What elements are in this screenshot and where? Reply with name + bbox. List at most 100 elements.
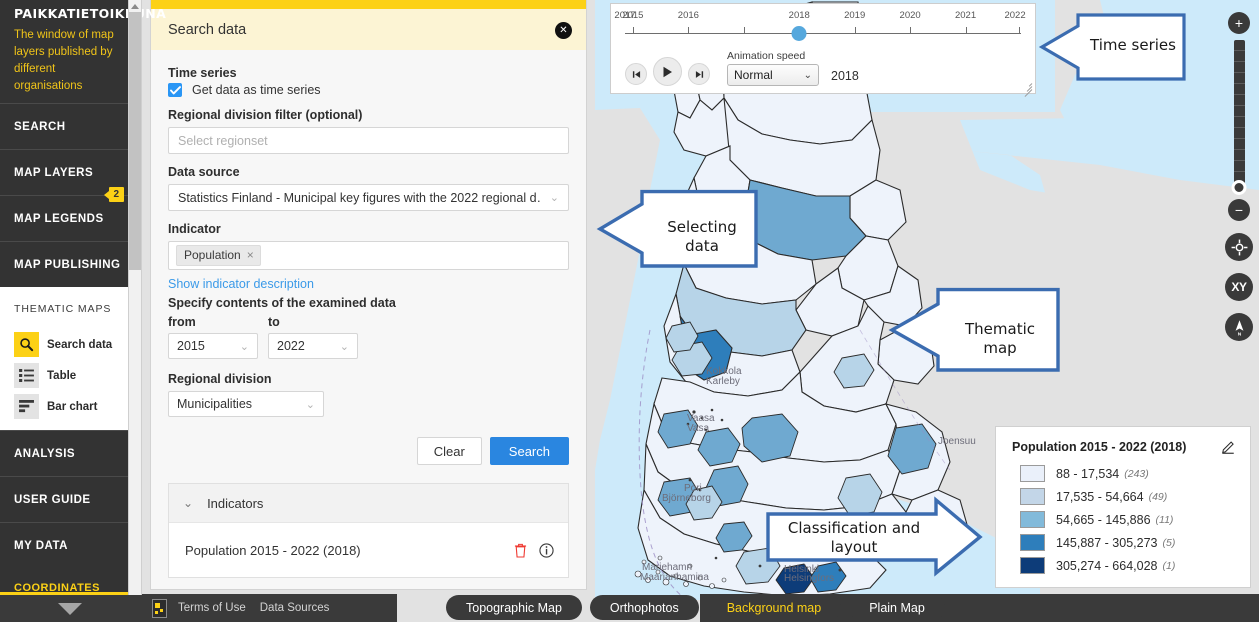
xy-icon[interactable]: XY	[1225, 273, 1253, 301]
slider-track	[625, 33, 1021, 34]
from-year-value: 2015	[177, 339, 205, 353]
close-icon[interactable]: ✕	[555, 22, 572, 39]
time-series-handle[interactable]	[791, 26, 807, 41]
legend-range: 17,535 - 54,664	[1056, 489, 1144, 504]
zoom-in-button[interactable]: +	[1228, 12, 1250, 34]
result-label: Population 2015 - 2022 (2018)	[185, 542, 361, 558]
trash-icon[interactable]	[514, 543, 527, 558]
sidebar-collapse-button[interactable]	[0, 595, 140, 622]
zoom-slider-knob[interactable]	[1231, 180, 1247, 195]
sidebar-item-map-legends[interactable]: 2 MAP LEGENDS	[0, 187, 128, 241]
panel-body: Time series Get data as time series Regi…	[151, 50, 586, 578]
sidebar-scrollbar[interactable]	[128, 0, 142, 595]
info-icon[interactable]	[539, 542, 554, 558]
tool-table[interactable]: Table	[0, 360, 128, 391]
skip-back-icon[interactable]	[625, 63, 647, 85]
compass-north-icon[interactable]: N	[1225, 313, 1253, 341]
tab-orthophotos[interactable]: Orthophotos	[589, 595, 699, 620]
time-series-controls: Animation speed Normal ⌄ 2018	[625, 50, 1025, 86]
scroll-up-arrow-icon[interactable]	[129, 0, 141, 12]
animation-speed-select[interactable]: Normal ⌄	[727, 64, 819, 86]
svg-text:Joensuu: Joensuu	[938, 436, 976, 447]
terms-of-use-link[interactable]: Terms of Use	[178, 602, 246, 614]
sidebar-item-map-publishing[interactable]: MAP PUBLISHING	[0, 241, 128, 287]
tab-background-map[interactable]: Background map	[706, 595, 842, 620]
sidebar-item-search[interactable]: SEARCH	[0, 103, 128, 149]
results-header[interactable]: ⌄ Indicators	[169, 484, 568, 523]
indicator-tag[interactable]: Population ×	[176, 245, 261, 266]
play-icon[interactable]	[653, 57, 682, 86]
search-data-panel: Search data ✕ Time series Get data as ti…	[150, 0, 587, 590]
tool-bar-chart[interactable]: Bar chart	[0, 391, 128, 422]
zoom-out-button[interactable]: −	[1228, 199, 1250, 221]
data-source-value: Statistics Finland - Municipal key figur…	[178, 190, 542, 205]
sidebar-item-user-guide[interactable]: USER GUIDE	[0, 476, 128, 522]
result-row[interactable]: Population 2015 - 2022 (2018)	[169, 523, 568, 577]
indicator-tag-label: Population	[184, 248, 241, 262]
sidebar-label-analysis: ANALYSIS	[14, 447, 76, 460]
regional-division-value: Municipalities	[177, 397, 253, 411]
to-year-select[interactable]: 2022 ⌄	[268, 333, 358, 359]
regional-division-label: Regional division	[168, 372, 272, 386]
legend-header: Population 2015 - 2022 (2018)	[1012, 439, 1236, 454]
time-series-label: Time series	[168, 66, 237, 80]
search-button[interactable]: Search	[489, 437, 569, 465]
application-root: Kokkola Karleby Vaasa Vasa Pori Björnebo…	[0, 0, 1259, 622]
indicator-input[interactable]: Population ×	[168, 241, 569, 270]
resize-handle-icon[interactable]	[1021, 80, 1033, 97]
sidebar-item-my-data[interactable]: MY DATA	[0, 522, 128, 568]
data-sources-link[interactable]: Data Sources	[260, 602, 330, 614]
data-source-select[interactable]: Statistics Finland - Municipal key figur…	[168, 184, 569, 211]
legend-row: 54,665 - 145,886 (11)	[1012, 511, 1236, 528]
brand-subtitle: The window of map layers published by di…	[14, 29, 114, 92]
chevron-down-icon	[58, 602, 82, 615]
time-series-checkbox-label: Get data as time series	[192, 83, 321, 97]
results-box: ⌄ Indicators Population 2015 - 2022 (201…	[168, 483, 569, 578]
sidebar-item-analysis[interactable]: ANALYSIS	[0, 430, 128, 476]
sidebar-item-coordinates[interactable]: COORDINATES	[0, 582, 128, 592]
show-indicator-description-link[interactable]: Show indicator description	[168, 277, 569, 291]
tool-label-table: Table	[47, 369, 77, 382]
legend-range: 88 - 17,534	[1056, 466, 1120, 481]
tool-search-data[interactable]: Search data	[0, 329, 128, 360]
legend-count: (5)	[1162, 536, 1176, 549]
tab-topographic-map[interactable]: Topographic Map	[446, 595, 582, 620]
tick-label: 2022	[1004, 10, 1026, 21]
sidebar-scroll-thumb[interactable]	[129, 12, 141, 270]
time-series-slider[interactable]: 2015 2016 2017 2018 2019 2020 2021 2022	[614, 10, 1026, 41]
zoom-slider-track[interactable]	[1231, 40, 1247, 195]
legend-range: 305,274 - 664,028	[1056, 558, 1158, 573]
regional-filter-input[interactable]: Select regionset	[168, 127, 569, 154]
time-series-checkbox-row[interactable]: Get data as time series	[168, 83, 569, 97]
pencil-icon[interactable]	[1221, 439, 1236, 454]
chevron-down-icon: ⌄	[339, 340, 349, 353]
sidebar-label-map-publishing: MAP PUBLISHING	[14, 258, 121, 271]
tick-label: 2017	[614, 10, 636, 21]
legend-range: 54,665 - 145,886	[1056, 512, 1151, 527]
action-buttons-row: Clear Search	[168, 437, 569, 465]
legend-row: 17,535 - 54,664 (49)	[1012, 488, 1236, 505]
from-year-select[interactable]: 2015 ⌄	[168, 333, 258, 359]
tool-label-search-data: Search data	[47, 338, 113, 351]
sidebar-label-user-guide: USER GUIDE	[14, 493, 91, 506]
regional-filter-label: Regional division filter (optional)	[168, 108, 363, 122]
chevron-down-icon: ⌄	[183, 496, 194, 510]
legend-swatch	[1020, 557, 1045, 574]
callout-classification-layout: Classification and layout	[766, 496, 983, 577]
legend-swatch	[1020, 465, 1045, 482]
thematic-maps-panel: THEMATIC MAPS Search data Table Bar char…	[0, 287, 128, 430]
legend-swatch	[1020, 488, 1045, 505]
time-series-panel: 2015 2016 2017 2018 2019 2020 2021 2022	[610, 3, 1036, 97]
tab-plain-map[interactable]: Plain Map	[849, 595, 945, 620]
skip-forward-icon[interactable]	[688, 63, 710, 85]
legend-count: (49)	[1148, 490, 1168, 503]
data-source-label: Data source	[168, 165, 240, 179]
time-series-checkbox[interactable]	[168, 83, 182, 97]
clear-button[interactable]: Clear	[416, 437, 482, 465]
locate-crosshair-icon[interactable]	[1225, 233, 1253, 261]
regional-division-select[interactable]: Municipalities ⌄	[168, 391, 324, 417]
map-controls: + − XY N	[1224, 12, 1254, 341]
panel-title: Search data	[168, 21, 247, 38]
remove-tag-icon[interactable]: ×	[247, 248, 254, 262]
legend-count: (11)	[1155, 513, 1174, 526]
